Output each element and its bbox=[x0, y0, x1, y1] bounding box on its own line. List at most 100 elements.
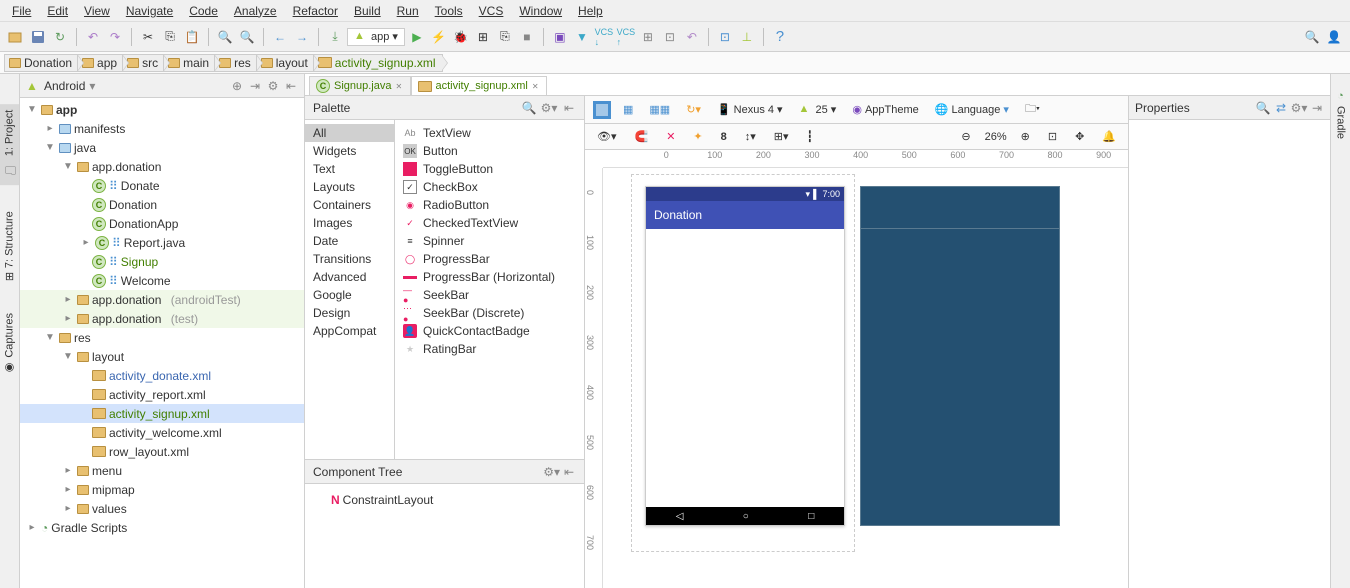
attach-icon[interactable]: ⎘ bbox=[495, 27, 515, 47]
menu-run[interactable]: Run bbox=[391, 2, 425, 20]
gear-icon[interactable]: ⚙▾ bbox=[542, 101, 556, 115]
item-quickcontactbadge[interactable]: 👤QuickContactBadge bbox=[395, 322, 584, 340]
item-seekbar[interactable]: —●SeekBar bbox=[395, 286, 584, 304]
tree-donationapp[interactable]: CDonationApp bbox=[20, 214, 304, 233]
collapse-icon[interactable]: ⇥ bbox=[248, 79, 262, 93]
dropdown-arrow-icon[interactable]: ▾ bbox=[89, 79, 95, 93]
find-icon[interactable]: 🔍 bbox=[215, 27, 235, 47]
menu-refactor[interactable]: Refactor bbox=[287, 2, 344, 20]
crumb-layout[interactable]: layout bbox=[256, 54, 315, 72]
tool1-icon[interactable]: ⊞ bbox=[638, 27, 658, 47]
theme-dropdown[interactable]: ◉AppTheme bbox=[848, 101, 922, 118]
tree-values[interactable]: ▸values bbox=[20, 499, 304, 518]
cat-images[interactable]: Images bbox=[305, 214, 394, 232]
fit-icon[interactable]: ⊡ bbox=[1044, 128, 1061, 145]
tool3-icon[interactable]: ↶ bbox=[682, 27, 702, 47]
magnet-icon[interactable]: 🧲 bbox=[631, 128, 653, 145]
debug-icon[interactable]: 🐞 bbox=[451, 27, 471, 47]
save-icon[interactable] bbox=[28, 27, 48, 47]
tab-structure[interactable]: ⊞7: Structure bbox=[0, 205, 19, 287]
hide-icon[interactable]: ⇤ bbox=[562, 465, 576, 479]
search-icon[interactable]: 🔍 bbox=[522, 101, 536, 115]
tree-gradle[interactable]: ▸◔Gradle Scripts bbox=[20, 518, 304, 537]
avd-icon[interactable]: ▣ bbox=[550, 27, 570, 47]
make-icon[interactable]: ⤓ bbox=[325, 27, 345, 47]
item-togglebutton[interactable]: ToggleButton bbox=[395, 160, 584, 178]
target-icon[interactable]: ⊕ bbox=[230, 79, 244, 93]
hide-icon[interactable]: ⇥ bbox=[1310, 101, 1324, 115]
menu-vcs[interactable]: VCS bbox=[473, 2, 510, 20]
tree-layout[interactable]: ▼layout bbox=[20, 347, 304, 366]
copy-icon[interactable]: ⎘ bbox=[160, 27, 180, 47]
search-icon[interactable]: 🔍 bbox=[1256, 101, 1270, 115]
menu-build[interactable]: Build bbox=[348, 2, 387, 20]
run-config-dropdown[interactable]: ▲ app ▾ bbox=[347, 28, 405, 46]
stop-icon[interactable]: ■ bbox=[517, 27, 537, 47]
cat-google[interactable]: Google bbox=[305, 286, 394, 304]
zoom-in-icon[interactable]: ⊕ bbox=[1017, 128, 1034, 145]
ct-constraintlayout[interactable]: N ConstraintLayout bbox=[311, 490, 578, 509]
menu-file[interactable]: File bbox=[6, 2, 37, 20]
cat-layouts[interactable]: Layouts bbox=[305, 178, 394, 196]
item-progressbar[interactable]: ◯ProgressBar bbox=[395, 250, 584, 268]
tree-pkg-test[interactable]: ▸app.donation (test) bbox=[20, 309, 304, 328]
gear-icon[interactable]: ⚙ bbox=[266, 79, 280, 93]
tree-activity-welcome[interactable]: activity_welcome.xml bbox=[20, 423, 304, 442]
menu-tools[interactable]: Tools bbox=[429, 2, 469, 20]
help-icon[interactable]: ? bbox=[770, 27, 790, 47]
crumb-main[interactable]: main bbox=[163, 54, 216, 72]
margin-dropdown[interactable]: 8 bbox=[717, 129, 731, 145]
cat-widgets[interactable]: Widgets bbox=[305, 142, 394, 160]
replace-icon[interactable]: 🔍 bbox=[237, 27, 257, 47]
menu-window[interactable]: Window bbox=[513, 2, 568, 20]
item-textview[interactable]: AbTextView bbox=[395, 124, 584, 142]
item-seekbar-discrete[interactable]: ⋯●SeekBar (Discrete) bbox=[395, 304, 584, 322]
tool2-icon[interactable]: ⊡ bbox=[660, 27, 680, 47]
menu-analyze[interactable]: Analyze bbox=[228, 2, 283, 20]
vcs-update-icon[interactable]: VCS↓ bbox=[594, 27, 614, 47]
tab-signup-java[interactable]: C Signup.java ✕ bbox=[309, 76, 411, 95]
cat-design[interactable]: Design bbox=[305, 304, 394, 322]
guideline-icon[interactable]: ┇ bbox=[803, 128, 818, 145]
tab-gradle[interactable]: ◔Gradle bbox=[1331, 84, 1350, 145]
view-both-icon[interactable]: ▦▦ bbox=[645, 101, 674, 118]
item-progressbar-h[interactable]: ProgressBar (Horizontal) bbox=[395, 268, 584, 286]
align-icon[interactable]: ⊞▾ bbox=[770, 128, 793, 145]
menu-edit[interactable]: Edit bbox=[41, 2, 74, 20]
tree-mipmap[interactable]: ▸mipmap bbox=[20, 480, 304, 499]
cat-appcompat[interactable]: AppCompat bbox=[305, 322, 394, 340]
project-view-label[interactable]: Android bbox=[44, 79, 85, 93]
gear-icon[interactable]: ⚙▾ bbox=[545, 465, 559, 479]
view-design-icon[interactable] bbox=[593, 101, 611, 119]
tree-pkg-androidtest[interactable]: ▸app.donation (androidTest) bbox=[20, 290, 304, 309]
crumb-app[interactable]: app bbox=[77, 54, 124, 72]
cat-all[interactable]: All bbox=[305, 124, 394, 142]
hide-icon[interactable]: ⇤ bbox=[284, 79, 298, 93]
tab-activity-signup[interactable]: activity_signup.xml ✕ bbox=[411, 76, 547, 95]
apply-changes-icon[interactable]: ⚡ bbox=[429, 27, 449, 47]
tree-welcome[interactable]: C⠿Welcome bbox=[20, 271, 304, 290]
item-button[interactable]: OKButton bbox=[395, 142, 584, 160]
profile-icon[interactable]: ⊞ bbox=[473, 27, 493, 47]
crumb-current-file[interactable]: activity_signup.xml bbox=[313, 54, 443, 72]
menu-view[interactable]: View bbox=[78, 2, 116, 20]
close-icon[interactable]: ✕ bbox=[532, 82, 540, 90]
tab-project[interactable]: 🗀1: Project bbox=[0, 104, 19, 185]
design-preview[interactable]: ▾▌7:00 Donation ◁○□ bbox=[645, 186, 845, 526]
menu-help[interactable]: Help bbox=[572, 2, 609, 20]
close-icon[interactable]: ✕ bbox=[396, 82, 404, 90]
pack-icon[interactable]: ↕▾ bbox=[741, 128, 760, 145]
open-icon[interactable] bbox=[6, 27, 26, 47]
tab-captures[interactable]: ◉Captures bbox=[0, 307, 19, 381]
zoom-out-icon[interactable]: ⊖ bbox=[957, 128, 974, 145]
tree-row-layout[interactable]: row_layout.xml bbox=[20, 442, 304, 461]
blueprint-preview[interactable] bbox=[860, 186, 1060, 526]
warnings-icon[interactable]: 🔔 bbox=[1098, 128, 1120, 145]
tree-activity-signup[interactable]: activity_signup.xml bbox=[20, 404, 304, 423]
cut-icon[interactable]: ✂ bbox=[138, 27, 158, 47]
sdk-icon[interactable]: ▼ bbox=[572, 27, 592, 47]
paste-icon[interactable]: 📋 bbox=[182, 27, 202, 47]
gear-icon[interactable]: ⚙▾ bbox=[1292, 101, 1306, 115]
api-dropdown[interactable]: ▲25▾ bbox=[795, 101, 841, 119]
item-spinner[interactable]: ≡Spinner bbox=[395, 232, 584, 250]
